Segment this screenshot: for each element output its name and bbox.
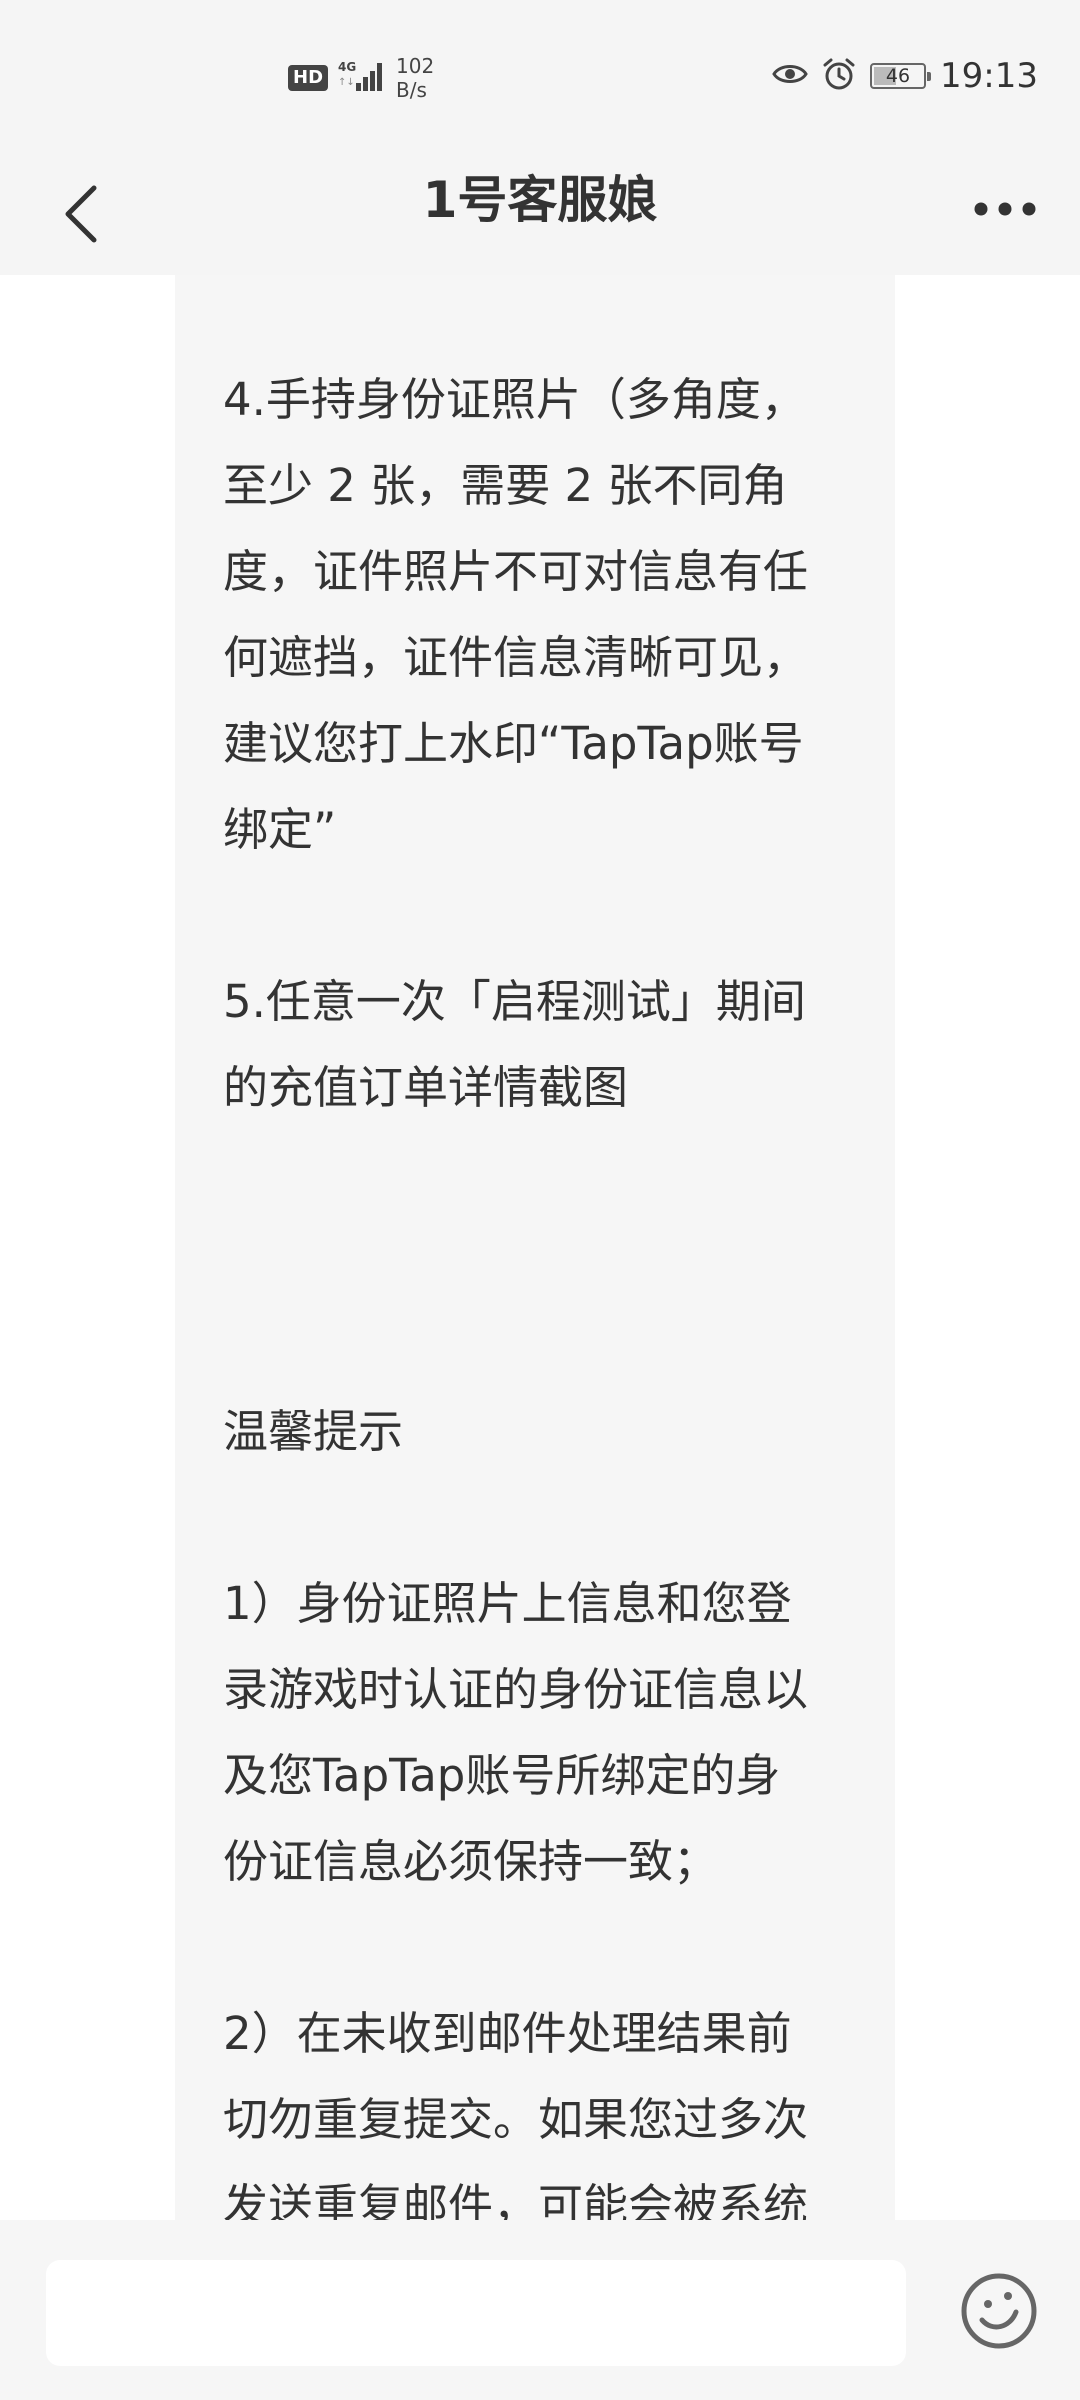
status-bar: HD 4G ↑↓ 102 B/s 46 19:13 <box>0 0 1080 150</box>
nav-bar: 1号客服娘 <box>0 150 1080 275</box>
eye-icon <box>772 61 808 91</box>
status-left: HD 4G ↑↓ 102 B/s <box>288 54 434 102</box>
more-dots-icon <box>974 202 1036 216</box>
message-bubble: 4.手持身份证照片（多角度， 至少 2 张，需要 2 张不同角 度，证件照片不可… <box>175 275 895 2220</box>
page-title: 1号客服娘 <box>422 171 658 229</box>
more-button[interactable] <box>960 174 1050 244</box>
svg-text:↑↓: ↑↓ <box>338 77 355 88</box>
net-speed: 102 B/s <box>396 54 434 102</box>
battery-level: 46 <box>885 65 911 87</box>
chat-area[interactable]: 4.手持身份证照片（多角度， 至少 2 张，需要 2 张不同角 度，证件照片不可… <box>0 275 1080 2220</box>
alarm-icon <box>822 57 856 95</box>
clock: 19:13 <box>940 56 1038 96</box>
emoji-icon <box>961 2273 1037 2349</box>
emoji-button[interactable] <box>958 2270 1040 2352</box>
signal-icon: 4G ↑↓ <box>338 59 386 97</box>
message-input[interactable] <box>46 2260 906 2366</box>
status-right: 46 19:13 <box>772 56 1038 96</box>
network-type-label: 4G <box>338 60 356 74</box>
battery-icon: 46 <box>870 63 932 89</box>
net-speed-unit: B/s <box>396 78 427 102</box>
hd-badge: HD <box>288 65 329 91</box>
input-bar <box>0 2220 1080 2400</box>
net-speed-value: 102 <box>396 54 435 78</box>
